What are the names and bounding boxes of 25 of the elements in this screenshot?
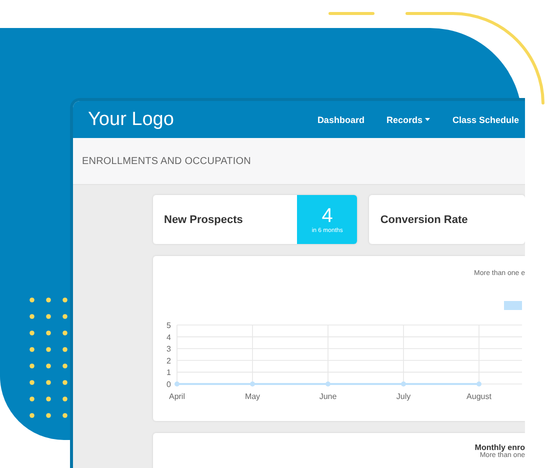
x-tick-label: May: [244, 392, 260, 401]
x-tick-label: June: [319, 392, 337, 401]
y-tick-label: 4: [166, 332, 171, 342]
data-point: [401, 382, 406, 386]
y-tick-label: 2: [166, 356, 171, 366]
logo: Your Logo: [88, 108, 175, 130]
panel-title: Monthly enro: [474, 443, 525, 452]
stat-label: New Prospects: [163, 214, 244, 226]
data-point: [326, 382, 330, 386]
stat-label: Conversion Rate: [379, 214, 469, 226]
stat-value: 4: [322, 206, 333, 226]
x-tick-label: August: [466, 392, 492, 401]
data-point: [250, 382, 255, 386]
y-tick-label: 1: [166, 368, 171, 378]
y-tick-label: 5: [166, 321, 171, 330]
y-tick-label: 0: [166, 380, 171, 389]
nav-link[interactable]: Dashboard: [317, 114, 364, 124]
data-point: [174, 382, 180, 386]
x-tick-label: April: [169, 392, 185, 401]
y-tick-label: 3: [166, 344, 171, 354]
data-point: [476, 382, 482, 386]
page-title: ENROLLMENTS AND OCCUPATION: [82, 156, 251, 166]
nav-link[interactable]: Records: [386, 114, 430, 124]
x-tick-label: July: [396, 392, 411, 401]
nav-link[interactable]: Class Schedule: [452, 114, 519, 124]
